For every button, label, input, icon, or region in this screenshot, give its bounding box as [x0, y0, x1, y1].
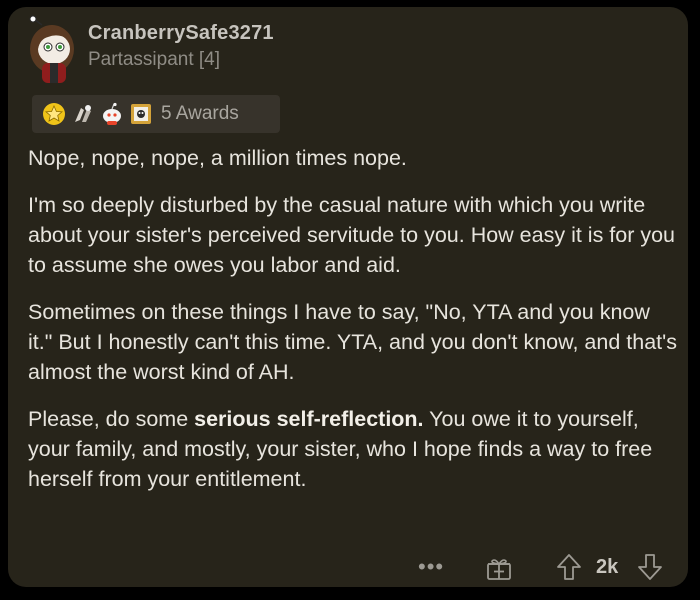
wholesome-star-icon [42, 102, 66, 126]
comment-paragraph: I'm so deeply disturbed by the casual na… [28, 193, 676, 277]
downvote-button[interactable] [636, 552, 664, 582]
comment-paragraph: Please, do some serious self-reflection.… [28, 404, 680, 494]
awards-count: 5 Awards [161, 103, 239, 124]
comment-card: CranberrySafe3271 Partassipant [4] 5 Awa… [8, 7, 688, 587]
vote-score: 2k [596, 556, 619, 578]
user-flair: Partassipant [4] [88, 49, 221, 70]
comment-paragraph: Nope, nope, nope, a million times nope. [28, 146, 407, 170]
comment-body: Nope, nope, nope, a million times nope. … [28, 143, 680, 511]
hands-icon [71, 102, 95, 126]
more-options-button[interactable]: ••• [418, 554, 444, 580]
awards-bar[interactable]: 5 Awards [32, 95, 280, 133]
framed-award-icon [129, 102, 153, 126]
snoo-award-icon [100, 102, 124, 126]
bold-text: serious self-reflection. [194, 407, 424, 431]
downvote-arrow-icon [638, 554, 662, 580]
paragraph-text: Please, do some [28, 407, 195, 431]
give-award-button[interactable] [485, 554, 513, 582]
upvote-button[interactable] [555, 552, 583, 582]
comment-action-bar: ••• 2k [8, 550, 688, 586]
comment-paragraph: Sometimes on these things I have to say,… [28, 300, 677, 384]
username[interactable]: CranberrySafe3271 [88, 22, 274, 45]
gift-icon [487, 559, 511, 580]
avatar[interactable] [22, 15, 84, 83]
upvote-arrow-icon [557, 554, 581, 580]
